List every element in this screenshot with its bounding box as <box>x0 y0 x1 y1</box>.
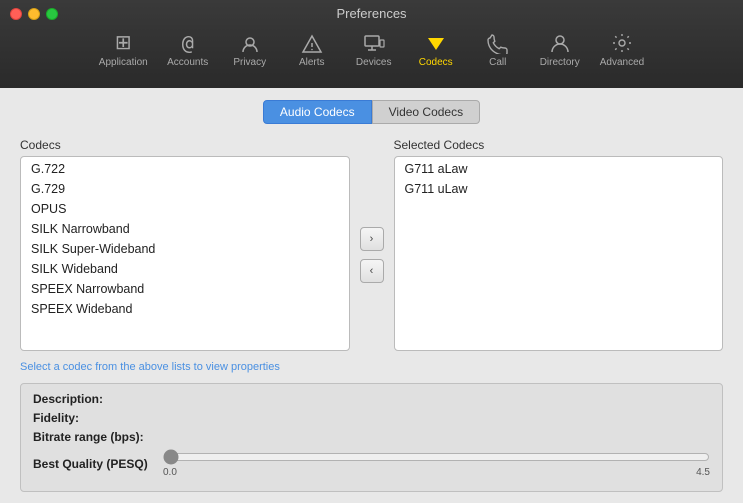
quality-slider[interactable] <box>163 449 710 465</box>
toolbar: ⊞ Application @ Accounts Privacy <box>0 25 743 76</box>
toolbar-label-codecs: Codecs <box>419 57 453 68</box>
codecs-right-title: Selected Codecs <box>394 138 724 152</box>
slider-labels: 0.0 4.5 <box>163 467 710 478</box>
fidelity-label: Fidelity: <box>33 411 163 425</box>
toolbar-item-devices[interactable]: Devices <box>344 25 404 72</box>
toolbar-item-privacy[interactable]: Privacy <box>220 29 280 72</box>
codecs-left-panel: Codecs G.722 G.729 OPUS SILK Narrowband … <box>20 138 350 351</box>
list-item[interactable]: SILK Wideband <box>21 259 349 279</box>
toolbar-label-call: Call <box>489 57 506 68</box>
tab-video-codecs[interactable]: Video Codecs <box>372 100 481 124</box>
toolbar-label-directory: Directory <box>540 57 580 68</box>
properties-section: Description: Fidelity: Bitrate range (bp… <box>20 383 723 492</box>
arrow-column: › ‹ <box>360 138 384 351</box>
hint-suffix: to view properties <box>191 361 280 373</box>
toolbar-label-advanced: Advanced <box>600 57 644 68</box>
directory-icon <box>549 29 571 55</box>
toolbar-label-alerts: Alerts <box>299 57 325 68</box>
fidelity-row: Fidelity: <box>33 411 710 425</box>
list-item[interactable]: G.722 <box>21 159 349 179</box>
toolbar-item-codecs[interactable]: Codecs <box>406 25 466 72</box>
quality-label: Best Quality (PESQ) <box>33 457 163 471</box>
codecs-right-list[interactable]: G711 aLaw G711 uLaw <box>394 156 724 351</box>
arrow-right-icon: › <box>370 233 374 245</box>
tab-bar: Audio Codecs Video Codecs <box>20 100 723 124</box>
accounts-icon: @ <box>182 31 194 55</box>
hint-text: Select a codec from the above lists to v… <box>20 361 723 373</box>
description-label: Description: <box>33 392 163 406</box>
codecs-right-panel: Selected Codecs G711 aLaw G711 uLaw <box>394 138 724 351</box>
quality-row: Best Quality (PESQ) 0.0 4.5 <box>33 449 710 478</box>
toolbar-item-application[interactable]: ⊞ Application <box>91 26 156 72</box>
toolbar-item-advanced[interactable]: Advanced <box>592 25 652 72</box>
hint-link[interactable]: above lists <box>139 361 191 373</box>
codecs-left-title: Codecs <box>20 138 350 152</box>
bitrate-label: Bitrate range (bps): <box>33 430 163 444</box>
arrow-left-icon: ‹ <box>370 265 374 277</box>
codecs-icon <box>425 29 447 55</box>
alerts-icon <box>301 33 323 55</box>
toolbar-label-application: Application <box>99 57 148 68</box>
toolbar-item-call[interactable]: Call <box>468 25 528 72</box>
list-item[interactable]: SPEEX Wideband <box>21 299 349 319</box>
slider-max-label: 4.5 <box>696 467 710 478</box>
codecs-left-list[interactable]: G.722 G.729 OPUS SILK Narrowband SILK Su… <box>20 156 350 351</box>
move-left-button[interactable]: ‹ <box>360 259 384 283</box>
codec-section: Codecs G.722 G.729 OPUS SILK Narrowband … <box>20 138 723 351</box>
list-item[interactable]: SPEEX Narrowband <box>21 279 349 299</box>
move-right-button[interactable]: › <box>360 227 384 251</box>
toolbar-label-devices: Devices <box>356 57 392 68</box>
list-item[interactable]: G711 uLaw <box>395 179 723 199</box>
toolbar-label-accounts: Accounts <box>167 57 208 68</box>
application-icon: ⊞ <box>115 30 132 55</box>
tab-audio-codecs[interactable]: Audio Codecs <box>263 100 372 124</box>
toolbar-label-privacy: Privacy <box>233 57 266 68</box>
list-item[interactable]: G.729 <box>21 179 349 199</box>
description-row: Description: <box>33 392 710 406</box>
call-icon <box>487 29 509 55</box>
toolbar-item-directory[interactable]: Directory <box>530 25 590 72</box>
quality-slider-container: 0.0 4.5 <box>163 449 710 478</box>
list-item[interactable]: OPUS <box>21 199 349 219</box>
window-title: Preferences <box>0 6 743 21</box>
toolbar-item-alerts[interactable]: Alerts <box>282 29 342 72</box>
list-item[interactable]: SILK Super-Wideband <box>21 239 349 259</box>
privacy-icon <box>239 33 261 55</box>
list-item[interactable]: G711 aLaw <box>395 159 723 179</box>
slider-min-label: 0.0 <box>163 467 177 478</box>
devices-icon <box>363 29 385 55</box>
hint-prefix: Select a codec from the <box>20 361 139 373</box>
advanced-icon <box>611 29 633 55</box>
toolbar-item-accounts[interactable]: @ Accounts <box>158 27 218 72</box>
bitrate-row: Bitrate range (bps): <box>33 430 710 444</box>
list-item[interactable]: SILK Narrowband <box>21 219 349 239</box>
